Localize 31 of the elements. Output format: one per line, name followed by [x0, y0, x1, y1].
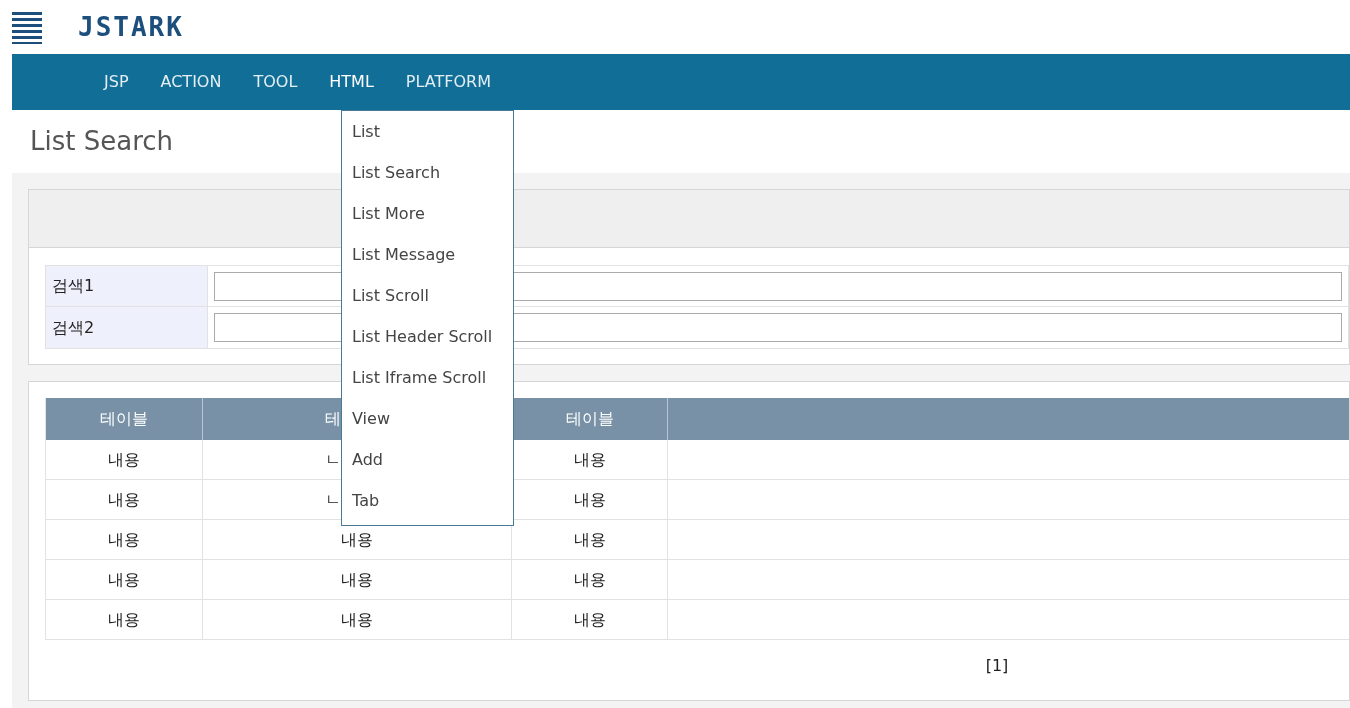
page-link[interactable]: [1] — [985, 654, 1009, 678]
logo[interactable]: JSTARK — [78, 7, 184, 47]
menu-item[interactable]: List Iframe Scroll — [342, 357, 513, 398]
table-cell: 내용 — [46, 480, 203, 519]
menu-item[interactable]: List Search — [342, 152, 513, 193]
menu-icon[interactable] — [12, 10, 42, 44]
table-cell: 내용 — [46, 520, 203, 559]
nav-tab[interactable]: HTML — [317, 66, 386, 98]
menu-item[interactable]: Tab — [342, 480, 513, 521]
table-cell: 내용 — [512, 560, 668, 599]
menu-item[interactable]: List Header Scroll — [342, 316, 513, 357]
table-cell: 내용 — [203, 600, 512, 639]
menu-item[interactable]: View — [342, 398, 513, 439]
table-cell: 내용 — [46, 600, 203, 639]
page-title: List Search — [30, 125, 174, 158]
field-label: 검색2 — [46, 307, 208, 348]
menu-item[interactable]: List Message — [342, 234, 513, 275]
column-header: 테이블 — [46, 398, 203, 440]
menu-item[interactable]: Add — [342, 439, 513, 480]
nav-tab[interactable]: PLATFORM — [393, 66, 503, 98]
menu-item[interactable]: List Scroll — [342, 275, 513, 316]
table-cell: 내용 — [512, 600, 668, 639]
field-label: 검색1 — [46, 266, 208, 306]
menu-item[interactable]: List — [342, 111, 513, 152]
nav-tab[interactable]: ACTION — [148, 66, 234, 98]
table-cell: 내용 — [46, 560, 203, 599]
nav-tab[interactable]: JSP — [92, 66, 141, 98]
menu-item[interactable]: List More — [342, 193, 513, 234]
table-cell: 내용 — [203, 560, 512, 599]
nav-tab[interactable]: TOOL — [241, 66, 310, 98]
table-cell: 내용 — [46, 440, 203, 479]
